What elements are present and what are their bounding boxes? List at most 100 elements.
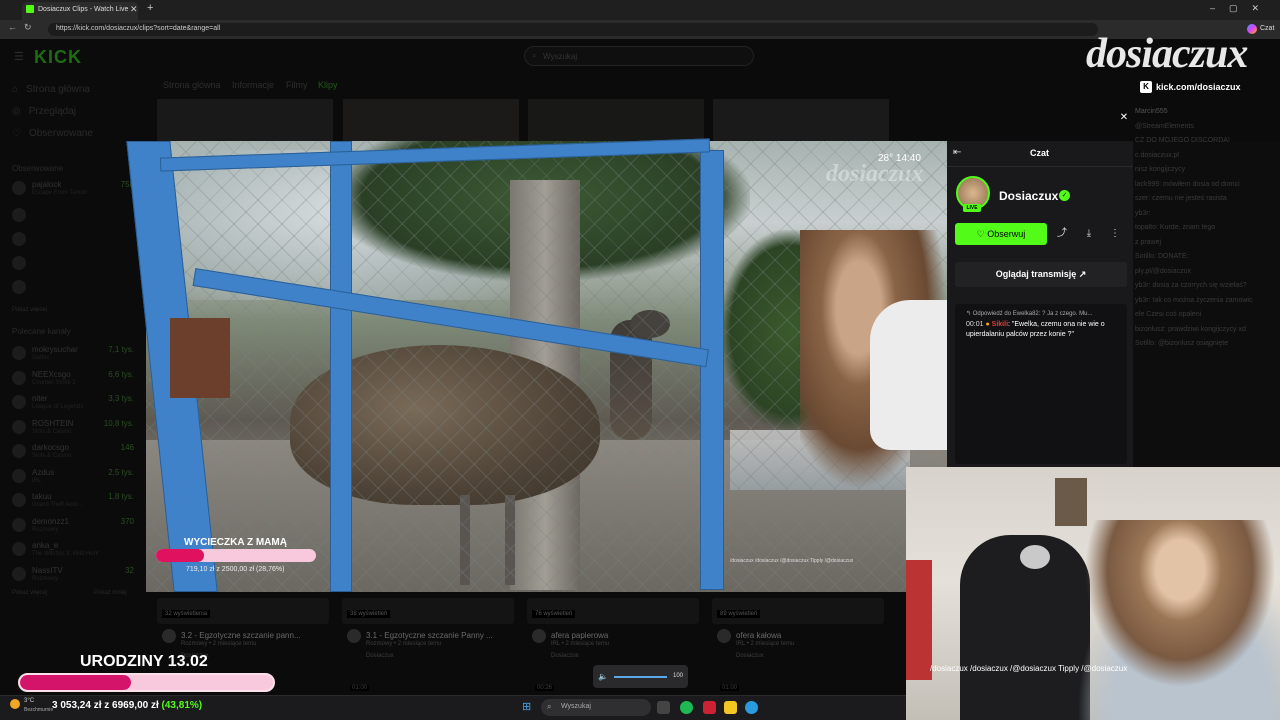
- followed-heading: Obserwowane: [12, 164, 64, 173]
- new-tab-icon[interactable]: +: [147, 2, 153, 14]
- avatar: [12, 542, 26, 556]
- channel-name[interactable]: Dosiaczux: [999, 189, 1058, 203]
- show-more-link[interactable]: Pokaż więcej: [12, 307, 47, 313]
- clip-duration: 01:00: [350, 685, 370, 691]
- sidebar-channel[interactable]: mokrysuchar Gothic 7,1 tys.: [12, 343, 134, 365]
- volume-slider[interactable]: [614, 676, 667, 678]
- sidebar-channel[interactable]: pajalock Escape From Tarkov 758: [12, 178, 134, 200]
- chat-title: Czat: [1030, 148, 1050, 158]
- window-controls[interactable]: –▢✕: [1210, 3, 1273, 14]
- search-input[interactable]: Wyszukaj: [524, 46, 754, 66]
- download-icon[interactable]: ⤓: [1078, 223, 1100, 245]
- video-goal-bar-fill: [156, 549, 204, 562]
- follow-button[interactable]: ♡ Obserwuj: [955, 223, 1047, 245]
- clip-thumbnail[interactable]: [528, 99, 704, 141]
- sidebar-channel[interactable]: ROSHTEIN Slots & Casino 10,8 tys.: [12, 417, 134, 439]
- reload-icon[interactable]: ↻: [24, 22, 32, 33]
- tab-info[interactable]: Informacje: [232, 80, 274, 90]
- show-less-link[interactable]: Pokaż mniej: [94, 590, 127, 596]
- tab-videos[interactable]: Filmy: [286, 80, 308, 90]
- sidebar-channel-offline[interactable]: [12, 205, 134, 227]
- clip-title[interactable]: afera papierowa: [551, 631, 608, 640]
- collapse-chat-icon[interactable]: ⇤: [953, 147, 961, 158]
- clip-channel[interactable]: Dosiaczux: [366, 653, 394, 659]
- channel-game: Escape From Tarkov: [32, 190, 87, 196]
- channel-game: Slots & Casino: [32, 453, 72, 459]
- sidebar-item-following[interactable]: ♡ Obserwowane: [12, 128, 93, 139]
- speaker-icon[interactable]: 🔈: [598, 672, 608, 681]
- app-icon[interactable]: [703, 701, 716, 714]
- clip-thumbnail[interactable]: [157, 99, 333, 141]
- clip-title[interactable]: 3.2 - Egzotyczne szczanie pann...: [181, 631, 301, 640]
- menu-icon[interactable]: ☰: [14, 50, 24, 63]
- channel-name: demonzz1: [32, 516, 69, 526]
- channel-game: Rozmowy: [32, 575, 59, 582]
- goal-amount: 3 053,24 zł z 6969,00 zł: [52, 700, 159, 711]
- sidebar-channel[interactable]: niter League of Legends 3,3 tys.: [12, 392, 134, 414]
- avatar: [12, 444, 26, 458]
- clip-meta: Rozmowy • 2 miesiące temu: [181, 641, 257, 647]
- search-icon: ⌕: [547, 702, 552, 711]
- sidebar-channel[interactable]: takuu Grand Theft Auto ... 1,8 tys.: [12, 490, 134, 512]
- avatar: [12, 208, 26, 222]
- sidebar-channel[interactable]: NEEXcsgo Counter-Strike 2 6,6 tys.: [12, 368, 134, 390]
- message-time: 00:01: [966, 321, 984, 328]
- more-icon[interactable]: ⋮: [1104, 223, 1126, 245]
- sidebar-channel[interactable]: Azdus IRL 2,5 tys.: [12, 466, 134, 488]
- clip-thumbnail[interactable]: [343, 99, 519, 141]
- sidebar-channel[interactable]: anka_e The Witcher 3: Wild Hunt: [12, 539, 134, 561]
- overlay-chat-line: bizonlusz: prawdziwi kongijczycy xd: [1135, 325, 1246, 333]
- channel-name: darkocsgo: [32, 443, 69, 452]
- reply-preview: ↰ Odpowiedź do Ewelka82: ? Ja z czego. M…: [966, 311, 1093, 317]
- overlay-kick-url: kick.com/dosiaczux: [1156, 82, 1241, 92]
- task-view-icon[interactable]: [657, 701, 670, 714]
- video-goal-bar: [156, 549, 316, 562]
- channel-game: Counter-Strike 2: [32, 379, 76, 386]
- copilot-icon[interactable]: [1247, 24, 1257, 34]
- file-explorer-icon[interactable]: [724, 701, 737, 714]
- browser-tab[interactable]: Dosiaczux Clips - Watch Live: [22, 2, 138, 20]
- viewer-count: 2,5 tys.: [108, 467, 134, 477]
- taskbar-search-input[interactable]: Wyszukaj: [541, 699, 651, 716]
- show-more-recommended[interactable]: Pokaż więcej: [12, 590, 47, 596]
- clip-channel[interactable]: Dosiaczux: [736, 653, 764, 659]
- overlay-chat-line: lack999: mówiłem dosia od domci: [1135, 180, 1240, 188]
- watch-stream-button[interactable]: Oglądaj transmisję ↗: [955, 262, 1127, 287]
- live-badge: LIVE: [963, 204, 981, 212]
- overlay-chat-line: yb3r:: [1135, 209, 1151, 217]
- webcam-socials: /dosiaczux /dosiaczux /@dosiaczux Tipply…: [930, 664, 1128, 673]
- spotify-icon[interactable]: [680, 701, 693, 714]
- clip-title[interactable]: ofera kałowa: [736, 631, 781, 640]
- avatar: [717, 629, 731, 643]
- overlay-chat-line: @StreamElements: [1135, 122, 1194, 130]
- webcam-shelf-item: [1055, 478, 1087, 526]
- sidebar-channel-offline[interactable]: [12, 229, 134, 251]
- tab-clips[interactable]: Klipy: [318, 80, 338, 90]
- clip-title[interactable]: 3.1 - Egzotyczne szczanie Panny ...: [366, 631, 493, 640]
- message-user[interactable]: Sikili: [992, 321, 1008, 328]
- sidebar-channel-offline[interactable]: [12, 277, 134, 299]
- sidebar-item-browse[interactable]: ◎ Przeglądaj: [12, 106, 76, 117]
- sidebar-channel-offline[interactable]: [12, 253, 134, 275]
- stream-chat-overlay: [1133, 141, 1280, 467]
- clip-channel[interactable]: Dosiaczux: [551, 653, 579, 659]
- channel-name: NassITV: [32, 565, 63, 575]
- close-tab-icon[interactable]: ✕: [130, 4, 138, 15]
- url-field[interactable]: https://kick.com/dosiaczux/clips?sort=da…: [48, 23, 1098, 36]
- tab-home[interactable]: Strona główna: [163, 80, 221, 90]
- edge-icon[interactable]: [745, 701, 758, 714]
- sidebar-channel[interactable]: demonzz1 Rozmowy 370: [12, 515, 134, 537]
- windows-start-icon[interactable]: ⊞: [522, 700, 536, 714]
- back-icon[interactable]: ←: [8, 22, 17, 32]
- sidebar-channel[interactable]: NassITV Rozmowy 32: [12, 564, 134, 586]
- share-icon[interactable]: ⤴: [1051, 223, 1073, 245]
- chat-message: 00:01 ● Sikili: "Ewelka, czemu ona nie w…: [966, 321, 1105, 338]
- sidebar-channel[interactable]: darkocsgo Slots & Casino 146: [12, 441, 134, 463]
- overlay-chat-line: c.dosiaczux.pl: [1135, 151, 1179, 159]
- clip-thumbnail[interactable]: [713, 99, 889, 141]
- close-modal-icon[interactable]: ✕: [1118, 112, 1130, 124]
- sidebar-item-home[interactable]: ⌂ Strona główna: [12, 84, 90, 95]
- weather-temp[interactable]: 3°C: [24, 698, 34, 704]
- avatar: [12, 346, 26, 360]
- kick-logo[interactable]: KICK: [34, 47, 82, 68]
